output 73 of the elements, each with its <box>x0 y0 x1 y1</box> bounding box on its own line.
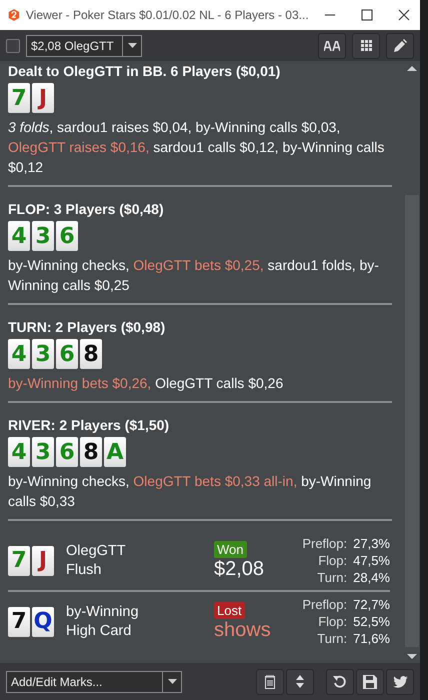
hand-name: Flush <box>66 560 102 580</box>
playing-card: A <box>104 437 126 467</box>
bird-icon <box>392 676 408 688</box>
hand-name: High Card <box>66 622 132 640</box>
street-heading: TURN: 2 Players ($0,98) <box>8 319 166 335</box>
equity-value: 71,6% <box>353 630 390 647</box>
street-heading: RIVER: 2 Players ($1,50) <box>8 417 170 433</box>
playing-card: 6 <box>56 437 78 467</box>
playing-card: 7 <box>8 546 30 576</box>
font-size-icon <box>324 40 340 50</box>
up-down-icon <box>296 675 304 688</box>
close-icon <box>398 9 410 21</box>
notes-button[interactable] <box>256 668 284 694</box>
playing-card: 3 <box>32 221 54 251</box>
playing-card: 6 <box>56 339 78 369</box>
player-name: by-Winning <box>66 602 140 622</box>
action-text: by-Winning bets $0,26, OlegGTT calls $0,26 <box>8 374 284 393</box>
scroll-thumb[interactable] <box>405 195 419 647</box>
playing-card: J <box>32 83 54 113</box>
sort-button[interactable] <box>286 668 314 694</box>
font-size-button[interactable] <box>318 32 346 58</box>
amount-text: shows <box>214 618 271 642</box>
app-logo-icon <box>8 7 20 23</box>
replay-button[interactable] <box>326 668 354 694</box>
equity-value: 27,3% <box>353 535 390 552</box>
window-title: Viewer - Poker Stars $0.01/0.02 NL - 6 Players - 03... <box>26 8 309 22</box>
action-text: 3 folds, sardou1 raises $0,04, by-Winning calls $0,03, OlegGTT raises $0,16, sardou1 calls $0,12, by-Winning calls $0,12 <box>8 118 386 177</box>
playing-card: 6 <box>56 221 78 251</box>
playing-card: J <box>32 546 54 576</box>
playing-card: 4 <box>8 221 30 251</box>
caret-icon <box>128 43 136 48</box>
amount-text: $2,08 <box>214 558 264 580</box>
up-arrow-icon <box>407 66 417 70</box>
maximize-icon <box>361 9 374 21</box>
equity-label: Preflop: <box>302 596 348 613</box>
outcome-badge: Lost <box>214 602 245 618</box>
player-name: OlegGTT <box>66 542 127 560</box>
equity-label: Turn: <box>316 569 348 586</box>
player-select[interactable]: $2,08 OlegGTT <box>26 34 142 56</box>
street-heading: FLOP: 3 Players ($0,48) <box>8 201 165 217</box>
share-button[interactable] <box>386 668 414 694</box>
edit-button[interactable] <box>386 32 414 58</box>
playing-card: 7 <box>8 83 30 113</box>
playing-card: 4 <box>8 339 30 369</box>
grid-button[interactable] <box>352 32 380 58</box>
pencil-icon <box>393 38 407 52</box>
equity-value: 72,7% <box>353 596 390 613</box>
caret-icon <box>168 679 176 684</box>
playing-card: Q <box>32 606 54 636</box>
outcome-badge: Won <box>214 540 246 558</box>
equity-label: Flop: <box>317 552 348 569</box>
action-text: by-Winning checks, OlegGTT bets $0,33 all-in, by-Winning calls $0,33 <box>8 472 372 511</box>
equity-value: 52,5% <box>353 613 390 630</box>
playing-card: 8 <box>80 437 102 467</box>
save-button[interactable] <box>356 668 384 694</box>
action-text: by-Winning checks, OlegGTT bets $0,25, sardou1 folds, by-Winning calls $0,25 <box>8 256 380 295</box>
playing-card: 3 <box>32 339 54 369</box>
equity-value: 28,4% <box>353 569 390 586</box>
playing-card: 4 <box>8 437 30 467</box>
equity-label: Preflop: <box>302 535 348 552</box>
marks-select[interactable]: Add/Edit Marks... <box>6 670 182 692</box>
equity-label: Turn: <box>316 630 348 647</box>
equity-value: 47,5% <box>353 552 390 569</box>
checkbox[interactable] <box>6 38 20 52</box>
down-arrow-icon <box>407 654 417 658</box>
grid-icon <box>360 40 372 51</box>
playing-card: 8 <box>80 339 102 369</box>
equity-label: Flop: <box>317 613 348 630</box>
playing-card: 3 <box>32 437 54 467</box>
rotate-icon <box>333 674 347 688</box>
playing-card: 7 <box>8 606 30 636</box>
street-heading: Dealt to OlegGTT in BB. 6 Players ($0,01) <box>8 63 282 79</box>
clipboard-icon <box>265 674 275 688</box>
